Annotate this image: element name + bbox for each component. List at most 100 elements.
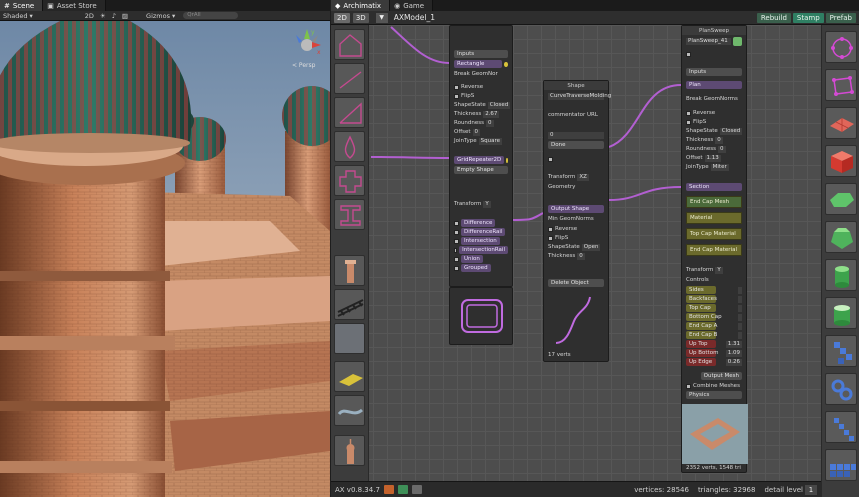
shape-reverse-checkbox[interactable] [548, 226, 553, 232]
shape-node[interactable]: Shape CurveTraverseMolding commentator U… [543, 80, 611, 362]
truss-thumb-icon[interactable] [334, 289, 365, 320]
cross-shape-icon[interactable] [334, 165, 365, 196]
control-row[interactable]: Up Top 1.31 [686, 340, 742, 348]
stamp-button[interactable]: Stamp [792, 12, 824, 23]
shape-state-open-row[interactable]: ShapeState Open [548, 243, 604, 251]
grid-plane-icon[interactable] [825, 107, 857, 139]
control-row-value[interactable] [738, 286, 742, 294]
save-icon[interactable] [397, 485, 408, 494]
empty-shape-row[interactable]: Empty Shape [454, 166, 508, 174]
shading-dropdown[interactable]: Shaded ▾ [3, 12, 33, 20]
shape-preview-rect[interactable] [449, 287, 513, 345]
control-row-value[interactable]: 1.09 [725, 349, 742, 357]
red-cube-icon[interactable] [825, 145, 857, 177]
ps-join-type-row[interactable]: JoinType Miter [686, 163, 742, 171]
join-type-row[interactable]: JoinType Square [454, 137, 508, 145]
green-disc-icon[interactable] [825, 183, 857, 215]
shape-flips-row[interactable]: FlipS [548, 234, 604, 242]
toggle-2d[interactable]: 2D [85, 12, 94, 20]
ps-flips-row[interactable]: FlipS [686, 118, 742, 126]
flips-row[interactable]: FlipS [454, 92, 508, 100]
control-row-value[interactable]: 1.31 [725, 340, 742, 348]
shape-thickness-row[interactable]: Thickness 0 [548, 252, 604, 260]
image-icon[interactable]: ▨ [122, 12, 128, 20]
green-cylinder-icon[interactable] [825, 259, 857, 291]
difference-rail-checkbox[interactable] [454, 229, 459, 235]
op-intersection-rail[interactable]: IntersectionRail [454, 246, 508, 254]
model-dropdown[interactable]: ▼ [375, 12, 388, 23]
control-row[interactable]: Up Edge 0.26 [686, 358, 742, 366]
ps-flips-checkbox[interactable] [686, 119, 691, 125]
delete-object-button[interactable]: Delete Object [548, 279, 604, 287]
min-geom-row[interactable]: Min GeomNorms [548, 215, 604, 223]
output-shape-row[interactable]: Output Shape [548, 205, 604, 213]
green-cylinder-open-icon[interactable] [825, 297, 857, 329]
end-cap-mesh-row[interactable]: End Cap Mesh [686, 196, 742, 208]
polygon-nodes-icon[interactable] [825, 69, 857, 101]
light-icon[interactable]: ☀ [100, 12, 106, 20]
intersection-rail-checkbox[interactable] [454, 247, 458, 253]
line-shape-icon[interactable] [334, 63, 365, 94]
rebuild-button[interactable]: Rebuild [756, 12, 791, 23]
blue-stack-icon[interactable] [825, 411, 857, 443]
mode-2d-button[interactable]: 2D [334, 12, 350, 23]
shape-reverse-row[interactable]: Reverse [548, 225, 604, 233]
shape-ops-node[interactable]: Inputs Rectangle Break GeomNor Reverse F… [449, 25, 513, 287]
op-difference-rail[interactable]: DifferenceRail [454, 228, 508, 236]
visible-toggle-row[interactable] [548, 155, 604, 163]
ps-shape-state-row[interactable]: ShapeState Closed [686, 127, 743, 135]
plansweep-node[interactable]: PlanSweep PlanSweep_41 Inputs Plan Break… [681, 25, 748, 473]
tab-archimatix[interactable]: ◆ Archimatix [331, 0, 391, 11]
blue-chain-icon[interactable] [825, 373, 857, 405]
gizmos-dropdown[interactable]: Gizmos ▾ [146, 12, 175, 20]
difference-checkbox[interactable] [454, 220, 459, 226]
op-union[interactable]: Union [454, 255, 508, 263]
grid-repeater-input[interactable]: GridRepeater2D [454, 156, 508, 164]
inputs-row[interactable]: Inputs [454, 50, 508, 58]
node-graph-canvas[interactable]: Inputs Rectangle Break GeomNor Reverse F… [331, 25, 859, 481]
shape-state-row[interactable]: ShapeState Closed [454, 101, 511, 109]
curve-name-field[interactable]: CurveTraverseMolding [548, 92, 611, 100]
reverse-checkbox[interactable] [454, 84, 459, 90]
offset-row[interactable]: Offset 0 [454, 128, 508, 136]
detail-level-input[interactable]: 1 [805, 484, 817, 495]
grouped-checkbox[interactable] [454, 265, 459, 271]
audio-icon[interactable]: ♪ [112, 12, 116, 20]
done-button[interactable]: Done [548, 141, 604, 149]
scene-search-input[interactable]: QrAll [183, 12, 239, 19]
thickness-row[interactable]: Thickness 2.67 [454, 110, 508, 118]
prefab-button[interactable]: Prefab [825, 12, 856, 23]
control-row[interactable]: Up Bottom 1.09 [686, 349, 742, 357]
ps-roundness-row[interactable]: Roundness 0 [686, 145, 742, 153]
transform-row[interactable]: Transform Y [454, 200, 508, 208]
ps-transform-row[interactable]: Transform Y [686, 266, 742, 274]
ps-reverse-row[interactable]: Reverse [686, 109, 742, 117]
graph-icon[interactable] [411, 485, 422, 494]
op-intersection[interactable]: Intersection [454, 237, 508, 245]
ps-thickness-row[interactable]: Thickness 0 [686, 136, 742, 144]
plate-thumb-icon[interactable] [334, 361, 365, 392]
orientation-gizmo[interactable]: y x < Persp [290, 27, 324, 71]
control-row-value[interactable] [738, 322, 742, 330]
control-row-value[interactable] [738, 304, 742, 312]
pentagon-shape-icon[interactable] [334, 29, 365, 60]
flips-checkbox[interactable] [454, 93, 459, 99]
library-url-row[interactable]: commentator URL [548, 111, 604, 119]
control-row-value[interactable] [738, 313, 742, 321]
visible-checkbox[interactable] [548, 156, 553, 162]
top-cap-material-row[interactable]: Top Cap Material [686, 228, 742, 240]
control-row[interactable]: End Cap A [686, 322, 742, 330]
blue-grid-icon[interactable] [825, 449, 857, 481]
material-row[interactable]: Material [686, 212, 742, 224]
output-mesh-row[interactable]: Output Mesh [686, 372, 742, 380]
ibeam-shape-icon[interactable] [334, 199, 365, 230]
reverse-row[interactable]: Reverse [454, 83, 508, 91]
plansweep-visible-checkbox[interactable] [686, 51, 691, 57]
control-row[interactable]: Backfaces [686, 295, 742, 303]
roundness-row[interactable]: Roundness 0 [454, 119, 508, 127]
union-checkbox[interactable] [454, 256, 459, 262]
combine-meshes-row[interactable]: Combine Meshes [686, 382, 742, 390]
control-row-value[interactable] [738, 295, 742, 303]
op-grouped[interactable]: Grouped [454, 264, 508, 272]
physics-row[interactable]: Physics [686, 391, 742, 399]
